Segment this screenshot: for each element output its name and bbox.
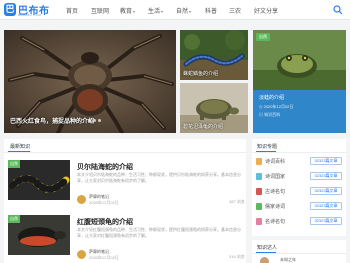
search-icon[interactable] — [333, 5, 343, 15]
carousel-dot[interactable] — [88, 119, 91, 122]
carousel-dot[interactable] — [98, 119, 101, 122]
logo-badge: 巴 — [4, 3, 16, 16]
avatar[interactable] — [260, 257, 269, 263]
topic-label[interactable]: 儒家诗词 — [265, 203, 285, 210]
chevron-down-icon: ▾ — [161, 9, 164, 14]
featured-main[interactable]: 巴西火红食鸟，捕捉品种的介绍 — [4, 30, 176, 133]
article-views: 387 浏览 — [229, 199, 245, 204]
tab-latest[interactable]: 最新知识 — [10, 143, 30, 150]
expert-name[interactable]: 未知之年 — [280, 257, 296, 263]
article-summary: 本文介绍贝尔陆海蛇的品种、生活习性、种群现状，提供贝尔陆海蛇的饲养分享。基本信息… — [77, 172, 241, 183]
featured-small-2[interactable]: 碧花沼泽龟的介绍 — [180, 83, 248, 133]
topic-item[interactable]: 古诗名句 32323篇文章 — [256, 186, 342, 198]
article-date: 2020年12月02日 — [89, 200, 119, 205]
featured-card-title[interactable]: 淡蛙的介绍 — [259, 94, 284, 101]
featured-small-1[interactable]: 蝾蛇鳞鱼的介绍 — [180, 30, 248, 80]
topic-count-badge[interactable]: 32323篇文章 — [310, 187, 342, 195]
topic-item[interactable]: 诗词国家 32323篇文章 — [256, 171, 342, 183]
topic-label[interactable]: 古诗名句 — [265, 188, 285, 195]
topic-label[interactable]: 诗词国家 — [265, 173, 285, 180]
site-logo[interactable]: 巴 巴布布 BABUBU.COM — [4, 2, 52, 18]
featured-card-date: ◷ 2020年12月02日 — [259, 104, 294, 109]
topic-icon — [256, 203, 262, 210]
experts-panel: 知识达人 未知之年 — [252, 240, 346, 263]
featured-main-title[interactable]: 巴西火红食鸟，捕捉品种的介绍 — [10, 116, 94, 125]
nav-item-life[interactable]: 生活▾ — [148, 6, 163, 15]
category-tag[interactable]: 自然 — [8, 215, 20, 223]
title-underline — [256, 252, 276, 253]
title-underline — [256, 151, 276, 152]
nav-item-share[interactable]: 好文分享 — [254, 6, 278, 15]
list-item[interactable]: 自然 贝尔陆海蛇的介绍 本文介绍贝尔陆海蛇的品种、生活习性、种群现状，提供贝尔陆… — [4, 154, 246, 210]
article-views: 316 浏览 — [229, 254, 245, 259]
tab-underline — [8, 151, 30, 152]
topic-count-badge[interactable]: 32323篇文章 — [310, 157, 342, 165]
article-title[interactable]: 贝尔陆海蛇的介绍 — [77, 162, 133, 172]
topic-icon — [256, 173, 262, 180]
latest-section: 最新知识 自然 贝尔陆海蛇的介绍 本文介绍贝尔陆海蛇的品种、生活习性、种群现状，… — [4, 139, 246, 263]
article-thumbnail[interactable]: 自然 — [8, 160, 70, 200]
featured-small-title: 蝾蛇鳞鱼的介绍 — [183, 71, 219, 77]
nav-item-nature[interactable]: 自然▾ — [176, 6, 191, 15]
nav-item-agriculture[interactable]: 三农 — [229, 6, 241, 15]
topic-icon — [256, 158, 262, 165]
topic-icon — [256, 218, 262, 225]
experts-title: 知识达人 — [257, 245, 278, 251]
topic-icon — [256, 188, 262, 195]
topic-count-badge[interactable]: 32323篇文章 — [310, 202, 342, 210]
nav-item-internet[interactable]: 互联网 — [91, 6, 109, 15]
list-item[interactable]: 自然 红腹短颈龟的介绍 本文介绍红腹短颈龟的品种、生活习性、种群现状，提供红腹短… — [4, 209, 246, 263]
article-title[interactable]: 红腹短颈龟的介绍 — [77, 217, 133, 227]
article-thumbnail[interactable]: 自然 — [8, 215, 70, 255]
topic-item[interactable]: 名诗名句 32323篇文章 — [256, 216, 342, 228]
nav-item-science[interactable]: 科普 — [205, 6, 217, 15]
topic-count-badge[interactable]: 32323篇文章 — [310, 217, 342, 225]
avatar[interactable] — [77, 195, 86, 204]
topic-item[interactable]: 儒家诗词 32323篇文章 — [256, 201, 342, 213]
divider — [252, 152, 346, 153]
divider — [4, 152, 246, 153]
logo-subtext: BABUBU.COM — [18, 13, 42, 17]
avatar[interactable] — [77, 250, 86, 259]
carousel-dots[interactable] — [88, 118, 103, 124]
featured-card-source: ▤ 知识百科 — [259, 112, 281, 117]
chevron-down-icon: ▾ — [189, 9, 192, 14]
featured-card[interactable]: 自然 淡蛙的介绍 ◷ 2020年12月02日 ▤ 知识百科 — [253, 30, 346, 133]
topic-count-badge[interactable]: 32323篇文章 — [310, 172, 342, 180]
chevron-down-icon: ▾ — [133, 9, 136, 14]
site-header: 巴 巴布布 BABUBU.COM 首页 互联网 教育▾ 生活▾ 自然▾ 科普 三… — [0, 0, 350, 20]
topics-panel: 知识专题 诗词百科 32323篇文章 诗词国家 32323篇文章 古诗名句 32… — [252, 139, 346, 236]
topics-title: 知识专题 — [257, 144, 278, 150]
featured-small-title: 碧花沼泽龟的介绍 — [183, 124, 224, 130]
topic-label[interactable]: 诗词百科 — [265, 158, 285, 165]
topic-item[interactable]: 诗词百科 32323篇文章 — [256, 156, 342, 168]
article-date: 2020年12月02日 — [89, 255, 119, 260]
divider — [252, 253, 346, 254]
category-tag[interactable]: 自然 — [256, 33, 270, 41]
article-summary: 本文介绍红腹短颈龟的品种、生活习性、种群现状，提供红腹短颈龟的饲养分享。基本信息… — [77, 227, 241, 238]
nav-item-education[interactable]: 教育▾ — [120, 6, 135, 15]
carousel-dot[interactable] — [93, 119, 96, 122]
category-tag[interactable]: 自然 — [8, 160, 20, 168]
topic-label[interactable]: 名诗名句 — [265, 218, 285, 225]
nav-item-home[interactable]: 首页 — [66, 6, 78, 15]
